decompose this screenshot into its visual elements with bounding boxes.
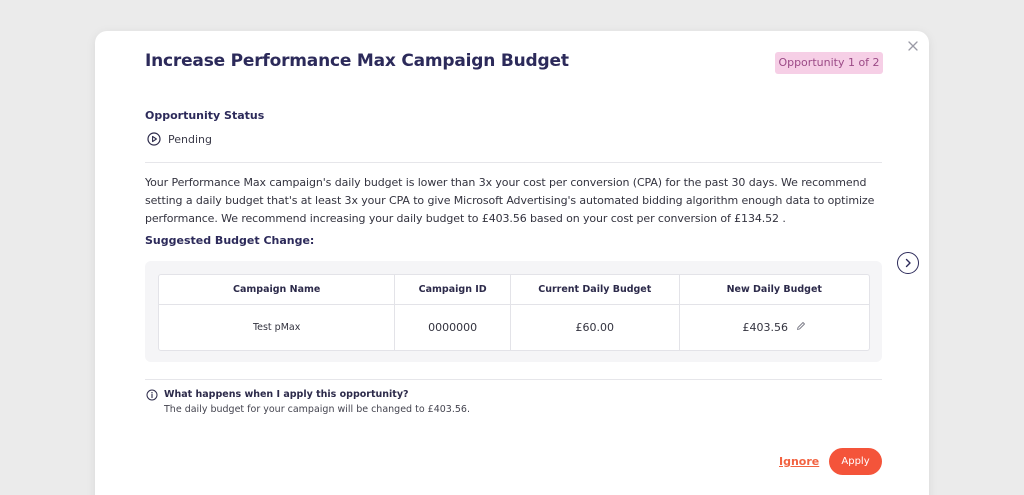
status-value: Pending (168, 132, 212, 146)
info-icon (146, 389, 158, 401)
table-header: Campaign Name Campaign ID Current Daily … (159, 275, 869, 305)
close-button[interactable] (905, 38, 921, 54)
campaign-id-cell: 0000000 (395, 305, 511, 350)
info-text: The daily budget for your campaign will … (164, 404, 470, 415)
opportunity-description: Your Performance Max campaign's daily bu… (145, 176, 875, 225)
pencil-icon (797, 322, 805, 330)
next-opportunity-button[interactable] (897, 252, 919, 274)
suggested-budget-change-label: Suggested Budget Change: (145, 234, 315, 247)
budget-change-table-container: Campaign Name Campaign ID Current Daily … (145, 261, 882, 362)
table-row: Test pMax 0000000 £60.00 £403.56 (159, 305, 869, 350)
modal-title: Increase Performance Max Campaign Budget (145, 51, 569, 71)
ignore-link[interactable]: Ignore (779, 455, 819, 468)
opportunity-modal: Increase Performance Max Campaign Budget… (95, 31, 929, 495)
close-icon (908, 41, 918, 51)
divider (145, 379, 882, 380)
column-header-campaign-name: Campaign Name (159, 275, 396, 304)
info-title: What happens when I apply this opportuni… (164, 389, 409, 400)
column-header-new-daily-budget: New Daily Budget (726, 284, 822, 295)
campaign-name-cell: Test pMax (159, 305, 396, 350)
apply-button[interactable]: Apply (829, 448, 882, 475)
divider (145, 162, 882, 163)
chevron-right-icon (905, 258, 911, 268)
apply-info: What happens when I apply this opportuni… (146, 388, 470, 416)
new-daily-budget-value: £403.56 (742, 321, 789, 334)
edit-budget-button[interactable] (796, 321, 806, 334)
budget-change-table: Campaign Name Campaign ID Current Daily … (158, 274, 870, 351)
column-header-campaign-id: Campaign ID (395, 275, 511, 304)
opportunity-counter-badge: Opportunity 1 of 2 (775, 52, 883, 74)
current-daily-budget-cell: £60.00 (511, 305, 680, 350)
column-header-current-daily-budget: Current Daily Budget (511, 275, 680, 304)
opportunity-status-label: Opportunity Status (145, 109, 265, 122)
opportunity-status: Pending (147, 131, 212, 147)
new-daily-budget-cell: £403.56 (680, 305, 869, 350)
play-circle-icon (147, 132, 161, 146)
